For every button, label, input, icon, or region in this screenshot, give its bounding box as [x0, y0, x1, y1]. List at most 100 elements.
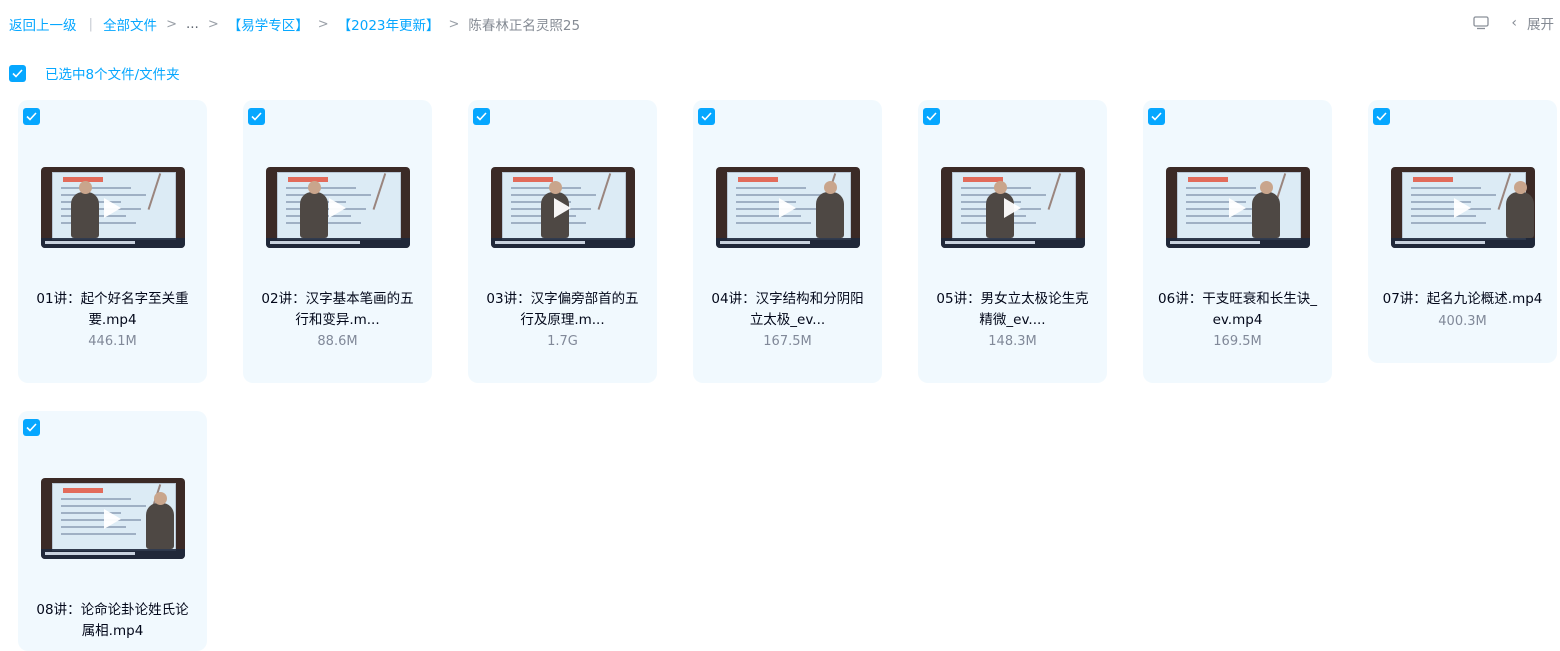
lecturer-head — [308, 181, 321, 194]
back-link[interactable]: 返回上一级 — [9, 14, 77, 34]
lecturer-head — [1514, 181, 1527, 194]
select-all-checkbox[interactable] — [9, 64, 26, 82]
breadcrumb-ellipsis[interactable]: ... — [186, 16, 199, 32]
slide-line — [1411, 187, 1481, 189]
file-size: 167.5M — [763, 334, 812, 349]
file-card[interactable]: 01讲：起个好名字至关重要.mp4 446.1M — [18, 100, 207, 383]
slide-line — [286, 187, 356, 189]
file-checkbox[interactable] — [1148, 108, 1165, 125]
video-thumbnail[interactable] — [1391, 167, 1535, 248]
chevron-left-icon: ‹ — [1511, 15, 1517, 31]
slide-line — [61, 519, 141, 521]
file-size: 446.1M — [88, 334, 137, 349]
lecturer-head — [549, 181, 562, 194]
play-icon — [329, 198, 346, 218]
caption-line — [720, 241, 810, 244]
file-name[interactable]: 03讲：汉字偏旁部首的五行及原理.m... — [480, 289, 645, 331]
top-bar: 返回上一级 | 全部文件 > ... > 【易学专区】 > 【2023年更新】 … — [0, 0, 1560, 46]
play-icon — [104, 509, 121, 529]
video-thumbnail[interactable] — [491, 167, 635, 248]
file-checkbox[interactable] — [698, 108, 715, 125]
play-icon — [1004, 198, 1021, 218]
caption-strip — [41, 549, 185, 559]
breadcrumb: 返回上一级 | 全部文件 > ... > 【易学专区】 > 【2023年更新】 … — [9, 14, 580, 34]
caption-line — [945, 241, 1035, 244]
file-card[interactable]: 06讲：干支旺衰和长生诀_ev.mp4 169.5M — [1143, 100, 1332, 383]
file-checkbox[interactable] — [23, 108, 40, 125]
expand-button[interactable]: ‹ 展开 — [1511, 13, 1554, 33]
file-card[interactable]: 07讲：起名九论概述.mp4 400.3M — [1368, 100, 1557, 363]
slide-line — [286, 194, 371, 196]
chevron-right-icon: > — [448, 16, 460, 32]
lecturer-figure — [1252, 181, 1280, 238]
slide-line — [736, 208, 816, 210]
caption-line — [45, 241, 135, 244]
caption-strip — [266, 238, 410, 248]
lecturer-head — [154, 492, 167, 505]
video-thumbnail[interactable] — [41, 167, 185, 248]
file-card[interactable]: 08讲：论命论卦论姓氏论属相.mp4 — [18, 411, 207, 651]
slide-header — [513, 177, 553, 182]
video-thumbnail[interactable] — [41, 478, 185, 559]
selection-count: 已选中8个文件/文件夹 — [45, 67, 180, 83]
checkbox-checked-icon — [251, 112, 262, 121]
monitor-icon[interactable] — [1473, 16, 1490, 30]
lecturer-head — [79, 181, 92, 194]
slide-header — [63, 488, 103, 493]
slide-line — [61, 187, 131, 189]
chevron-right-icon: > — [166, 16, 177, 32]
file-checkbox[interactable] — [473, 108, 490, 125]
checkbox-checked-icon — [701, 112, 712, 121]
caption-strip — [1166, 238, 1310, 248]
slide-header — [738, 177, 778, 182]
caption-strip — [941, 238, 1085, 248]
file-name[interactable]: 07讲：起名九论概述.mp4 — [1380, 289, 1545, 310]
selection-bar: 已选中8个文件/文件夹 — [9, 63, 180, 83]
caption-strip — [1391, 238, 1535, 248]
caption-strip — [716, 238, 860, 248]
slide-line — [1411, 222, 1486, 224]
file-checkbox[interactable] — [23, 419, 40, 436]
file-name[interactable]: 06讲：干支旺衰和长生诀_ev.mp4 — [1155, 289, 1320, 331]
checkbox-checked-icon — [926, 112, 937, 121]
breadcrumb-folder-yixue[interactable]: 【易学专区】 — [228, 14, 309, 34]
file-checkbox[interactable] — [248, 108, 265, 125]
file-name[interactable]: 05讲：男女立太极论生克精微_ev.... — [930, 289, 1095, 331]
play-icon — [1454, 198, 1471, 218]
breadcrumb-current: 陈春林正名灵照25 — [468, 18, 581, 34]
slide-line — [1186, 222, 1261, 224]
file-checkbox[interactable] — [1373, 108, 1390, 125]
file-name[interactable]: 08讲：论命论卦论姓氏论属相.mp4 — [30, 600, 195, 642]
video-thumbnail[interactable] — [1166, 167, 1310, 248]
checkbox-checked-icon — [1376, 112, 1387, 121]
caption-line — [495, 241, 585, 244]
file-size: 400.3M — [1438, 314, 1487, 329]
slide-line — [736, 187, 806, 189]
lecturer-figure — [300, 181, 328, 238]
file-card[interactable]: 03讲：汉字偏旁部首的五行及原理.m... 1.7G — [468, 100, 657, 383]
file-name[interactable]: 01讲：起个好名字至关重要.mp4 — [30, 289, 195, 331]
separator: | — [88, 16, 94, 32]
breadcrumb-root[interactable]: 全部文件 — [103, 14, 157, 34]
video-thumbnail[interactable] — [266, 167, 410, 248]
breadcrumb-folder-2023[interactable]: 【2023年更新】 — [338, 14, 440, 34]
caption-strip — [41, 238, 185, 248]
file-card[interactable]: 05讲：男女立太极论生克精微_ev.... 148.3M — [918, 100, 1107, 383]
file-name[interactable]: 02讲：汉字基本笔画的五行和变异.m... — [255, 289, 420, 331]
video-thumbnail[interactable] — [941, 167, 1085, 248]
plum-branch — [372, 173, 402, 215]
file-name[interactable]: 04讲：汉字结构和分阴阳立太极_ev... — [705, 289, 870, 331]
play-icon — [104, 198, 121, 218]
lecturer-head — [1260, 181, 1273, 194]
slide-line — [736, 222, 811, 224]
slide-header — [1188, 177, 1228, 182]
file-card[interactable]: 04讲：汉字结构和分阴阳立太极_ev... 167.5M — [693, 100, 882, 383]
slide-line — [61, 505, 146, 507]
checkbox-checked-icon — [26, 423, 37, 432]
file-card[interactable]: 02讲：汉字基本笔画的五行和变异.m... 88.6M — [243, 100, 432, 383]
file-checkbox[interactable] — [923, 108, 940, 125]
caption-line — [1170, 241, 1260, 244]
video-thumbnail[interactable] — [716, 167, 860, 248]
slide-header — [288, 177, 328, 182]
header-actions: ‹ 展开 — [1473, 13, 1554, 33]
